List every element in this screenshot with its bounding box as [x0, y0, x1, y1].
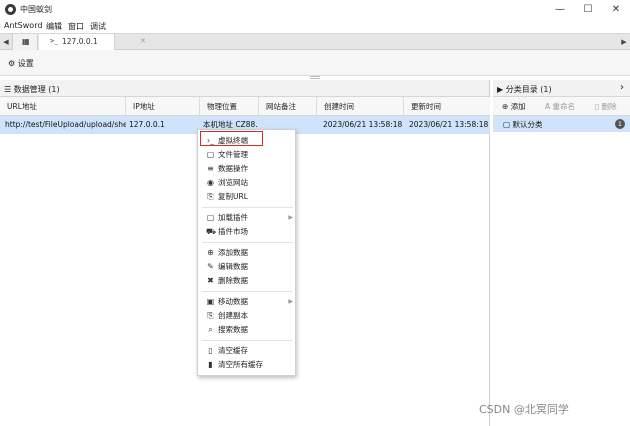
- cart-icon: ⛟: [206, 227, 217, 236]
- gear-icon: ⚙: [8, 59, 16, 68]
- delete-category-button[interactable]: ▯ 删除: [595, 101, 617, 112]
- count-badge: 1: [615, 119, 625, 129]
- column-header-updated[interactable]: 更新时间: [404, 97, 490, 116]
- tab-close-icon[interactable]: ✕: [140, 37, 146, 45]
- data-panel-title: 数据管理 (1): [13, 85, 60, 94]
- rename-category-button[interactable]: A 重命名: [545, 101, 575, 112]
- menu-item-edit-data[interactable]: ✎ 编辑数据: [198, 260, 297, 273]
- copy-icon: ⎘: [207, 192, 214, 201]
- column-header-url[interactable]: URL地址: [0, 97, 126, 116]
- add-category-button[interactable]: ⊕ 添加: [502, 101, 526, 112]
- column-header-location[interactable]: 物理位置: [200, 97, 259, 116]
- rename-icon: A: [545, 102, 551, 111]
- title-bar: 中国蚁剑 — ☐ ✕: [0, 0, 630, 19]
- column-header-ip[interactable]: IP地址: [126, 97, 200, 116]
- tab-bar: ◀ ▦ >_ 127.0.0.1 ✕ ▶: [0, 33, 630, 50]
- expand-icon[interactable]: ›: [620, 82, 624, 93]
- settings-toolbar: ⚙ 设置: [0, 50, 630, 76]
- tab-host-label: 127.0.0.1: [62, 37, 98, 46]
- category-item-default[interactable]: ▢ 默认分类 1: [493, 116, 630, 132]
- menu-item-search-data[interactable]: ⌕ 搜索数据: [198, 323, 297, 336]
- settings-label: 设置: [17, 59, 34, 68]
- move-icon: ▣: [206, 297, 215, 306]
- submenu-arrow-icon: ▶: [288, 298, 293, 305]
- menu-antsword[interactable]: AntSword: [4, 21, 42, 30]
- category-panel: ▶ 分类目录 (1) › ⊕ 添加 A 重命名 ▯ 删除 ▢ 默认分类 1: [493, 80, 630, 426]
- cell-url: http://test/FileUpload/upload/shel: [5, 120, 126, 129]
- category-panel-title: 分类目录 (1): [505, 85, 552, 94]
- tab-host[interactable]: >_ 127.0.0.1 ✕: [39, 34, 146, 50]
- menu-item-move-data[interactable]: ▣ 移动数据 ▶: [198, 295, 297, 308]
- context-menu: ›_ 虚拟终端 ▢ 文件管理 ≡ 数据操作 ◉ 浏览网站 ⎘ 复制URL ▢ 加…: [197, 129, 296, 376]
- data-panel-header: ☰ 数据管理 (1): [0, 80, 489, 97]
- minimize-button[interactable]: —: [546, 0, 574, 19]
- browser-icon: ◉: [207, 178, 214, 187]
- folder-icon: ▢: [503, 120, 511, 129]
- plus-icon: ⊕: [207, 248, 214, 257]
- column-header-created[interactable]: 创建时间: [317, 97, 404, 116]
- menu-bar: AntSword 编辑 窗口 调试: [0, 19, 630, 33]
- cell-ip: 127.0.0.1: [129, 120, 165, 129]
- splitter-handle[interactable]: [310, 76, 320, 79]
- menu-item-browse-site[interactable]: ◉ 浏览网站: [198, 176, 297, 189]
- tab-home[interactable]: ▦: [12, 34, 38, 50]
- menu-divider: [202, 207, 293, 208]
- menu-item-database[interactable]: ≡ 数据操作: [198, 162, 297, 175]
- category-panel-header: ▶ 分类目录 (1) ›: [493, 80, 630, 97]
- menu-item-duplicate[interactable]: ⎘ 创建副本: [198, 309, 297, 322]
- menu-item-copy-url[interactable]: ⎘ 复制URL: [198, 190, 297, 203]
- menu-divider: [202, 340, 293, 341]
- menu-divider: [202, 291, 293, 292]
- menu-item-delete-data[interactable]: ✖ 删除数据: [198, 274, 297, 287]
- category-label: 默认分类: [512, 120, 543, 129]
- menu-window[interactable]: 窗口: [68, 21, 84, 32]
- category-toolbar: ⊕ 添加 A 重命名 ▯ 删除: [493, 97, 630, 116]
- maximize-button[interactable]: ☐: [574, 0, 602, 19]
- close-button[interactable]: ✕: [602, 0, 630, 19]
- search-icon: ⌕: [208, 325, 213, 334]
- watermark: CSDN @北冥同学: [479, 403, 569, 416]
- column-header-note[interactable]: 网站备注: [259, 97, 317, 116]
- folder-icon: ▶: [497, 85, 504, 94]
- menu-edit[interactable]: 编辑: [46, 21, 62, 32]
- grid-header: URL地址 IP地址 物理位置 网站备注 创建时间 更新时间: [0, 97, 490, 116]
- menu-item-clear-cache[interactable]: ▯ 清空缓存: [198, 344, 297, 357]
- app-icon: [5, 4, 16, 15]
- trash-icon: ▯: [208, 346, 213, 355]
- trash-icon: ▮: [208, 360, 213, 369]
- menu-item-clear-all-cache[interactable]: ▮ 清空所有缓存: [198, 358, 297, 371]
- delete-icon: ✖: [207, 276, 214, 285]
- window-title: 中国蚁剑: [20, 5, 52, 14]
- tab-scroll-right-icon[interactable]: ▶: [618, 34, 630, 50]
- database-icon: ≡: [207, 164, 214, 173]
- edit-icon: ✎: [207, 262, 214, 271]
- highlight-annotation: [200, 131, 263, 146]
- menu-item-load-plugin[interactable]: ▢ 加载插件 ▶: [198, 211, 297, 224]
- plus-icon: ⊕: [502, 102, 509, 111]
- copy-icon: ⎘: [207, 311, 214, 320]
- menu-item-add-data[interactable]: ⊕ 添加数据: [198, 246, 297, 259]
- settings-button[interactable]: ⚙ 设置: [8, 58, 34, 69]
- cell-updated: 2023/06/21 13:58:18: [409, 120, 489, 129]
- folder-icon: ▢: [206, 213, 215, 222]
- menu-divider: [202, 242, 293, 243]
- list-icon: ☰: [4, 85, 12, 94]
- terminal-icon: >_: [50, 37, 59, 45]
- trash-icon: ▯: [595, 102, 600, 111]
- tab-scroll-left-icon[interactable]: ◀: [0, 34, 12, 50]
- submenu-arrow-icon: ▶: [288, 214, 293, 221]
- menu-item-plugin-market[interactable]: ⛟ 插件市场: [198, 225, 297, 238]
- menu-debug[interactable]: 调试: [90, 21, 106, 32]
- grid-icon: ▦: [22, 37, 30, 46]
- folder-icon: ▢: [206, 150, 215, 159]
- menu-item-file-manager[interactable]: ▢ 文件管理: [198, 148, 297, 161]
- cell-created: 2023/06/21 13:58:18: [323, 120, 403, 129]
